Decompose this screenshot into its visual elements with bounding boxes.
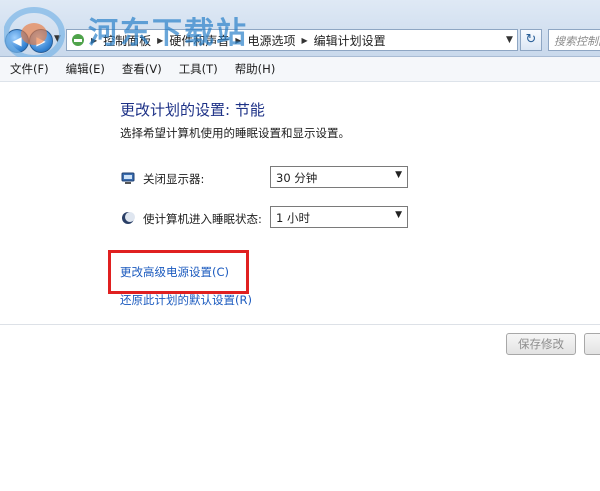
restore-defaults-link[interactable]: 还原此计划的默认设置(R): [120, 292, 252, 308]
save-changes-button[interactable]: 保存修改: [506, 333, 576, 355]
cancel-button[interactable]: [584, 333, 600, 355]
menu-view[interactable]: 查看(V): [112, 61, 169, 77]
breadcrumb-hardware-sound[interactable]: 硬件和声音: [169, 32, 229, 49]
page-description: 选择希望计算机使用的睡眠设置和显示设置。: [120, 126, 350, 140]
plan-settings-panel: 更改计划的设置: 节能 选择希望计算机使用的睡眠设置和显示设置。 关闭显示器: …: [0, 82, 600, 324]
sleep-select[interactable]: 1 小时 ▼: [270, 206, 408, 228]
breadcrumb[interactable]: ▶ 控制面板 ▶ 硬件和声音 ▶ 电源选项 ▶ 编辑计划设置: [66, 29, 518, 51]
menu-edit[interactable]: 编辑(E): [56, 61, 112, 77]
chevron-down-icon: ▼: [395, 170, 402, 180]
display-off-select[interactable]: 30 分钟 ▼: [270, 166, 408, 188]
control-panel-icon: [71, 33, 85, 47]
breadcrumb-separator[interactable]: ▶: [235, 36, 241, 45]
recent-pages-dropdown-icon[interactable]: ▼: [54, 34, 61, 44]
chevron-down-icon: ▼: [395, 210, 402, 220]
monitor-icon: [121, 171, 135, 185]
breadcrumb-separator[interactable]: ▶: [157, 36, 163, 45]
menu-bar: 文件(F) 编辑(E) 查看(V) 工具(T) 帮助(H): [0, 57, 600, 82]
address-dropdown-icon[interactable]: ▼: [502, 30, 517, 50]
page-title: 更改计划的设置: 节能: [120, 101, 265, 119]
sleep-value: 1 小时: [276, 211, 310, 225]
display-off-label: 关闭显示器:: [143, 172, 205, 186]
divider: [0, 324, 600, 325]
breadcrumb-separator[interactable]: ▶: [302, 36, 308, 45]
breadcrumb-separator: ▶: [91, 35, 98, 45]
menu-file[interactable]: 文件(F): [0, 61, 56, 77]
sleep-label: 使计算机进入睡眠状态:: [143, 212, 262, 226]
moon-icon: [121, 211, 135, 225]
forward-icon[interactable]: ▶: [29, 29, 53, 53]
breadcrumb-power-options[interactable]: 电源选项: [248, 32, 296, 49]
menu-tools[interactable]: 工具(T): [169, 61, 225, 77]
refresh-icon[interactable]: ↻: [520, 29, 542, 51]
address-bar: ◀ ▶ ▼ ▶ 控制面板 ▶ 硬件和声音 ▶ 电源选项 ▶ 编辑计划设置 ▼ ↻…: [0, 0, 600, 57]
breadcrumb-control-panel[interactable]: 控制面板: [103, 32, 151, 49]
back-icon[interactable]: ◀: [5, 29, 29, 53]
menu-help[interactable]: 帮助(H): [225, 61, 283, 77]
search-input[interactable]: 搜索控制面板: [548, 29, 600, 51]
breadcrumb-edit-plan-settings[interactable]: 编辑计划设置: [314, 32, 386, 49]
display-off-value: 30 分钟: [276, 171, 318, 185]
advanced-power-settings-link[interactable]: 更改高级电源设置(C): [120, 264, 229, 280]
